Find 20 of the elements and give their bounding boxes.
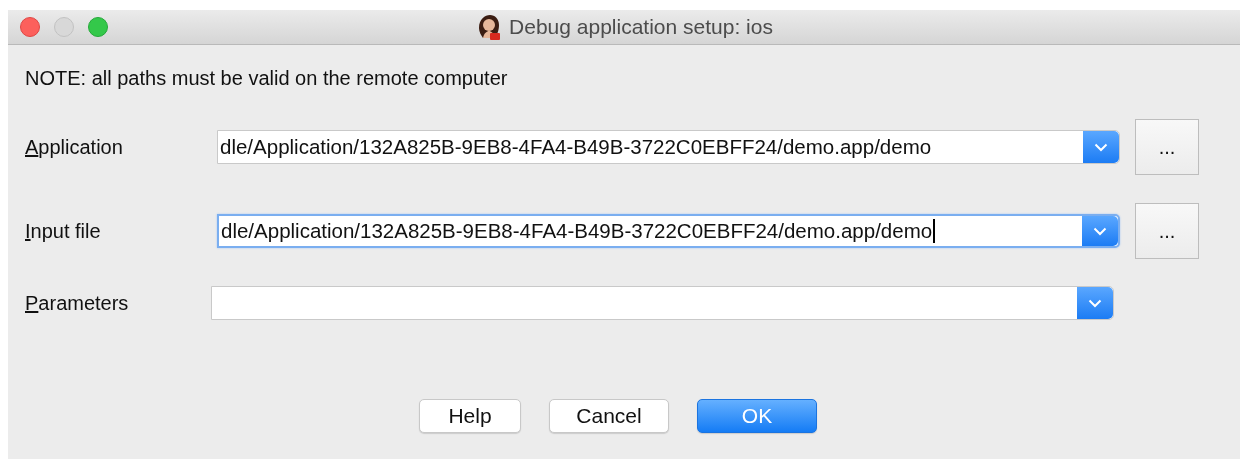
dropdown-button[interactable] <box>1082 216 1118 246</box>
dropdown-button[interactable] <box>1077 287 1113 319</box>
dropdown-button[interactable] <box>1083 131 1119 163</box>
combo-box[interactable] <box>211 286 1114 320</box>
chevron-down-icon <box>1093 226 1107 236</box>
close-button[interactable] <box>20 17 40 37</box>
chevron-down-icon <box>1088 298 1102 308</box>
field-label: Application <box>24 135 124 159</box>
dialog-button[interactable]: Help <box>419 399 521 433</box>
combo-box[interactable]: dle/Application/132A825B-9EB8-4FA4-B49B-3722C0EBFF24/demo.app/demo <box>217 130 1120 164</box>
window-title: Debug application setup: ios <box>509 15 773 39</box>
maximize-button[interactable] <box>88 17 108 37</box>
field-label: Input file <box>24 219 102 243</box>
browse-button[interactable]: ... <box>1135 119 1199 175</box>
chevron-down-icon <box>1094 142 1108 152</box>
field-label: Parameters <box>24 291 130 315</box>
note-text: NOTE: all paths must be valid on the remote computer <box>25 67 508 90</box>
combo-box[interactable]: dle/Application/132A825B-9EB8-4FA4-B49B-3722C0EBFF24/demo.app/demo <box>217 214 1120 248</box>
browse-button[interactable]: ... <box>1135 203 1199 259</box>
dialog-button[interactable]: Cancel <box>549 399 669 433</box>
